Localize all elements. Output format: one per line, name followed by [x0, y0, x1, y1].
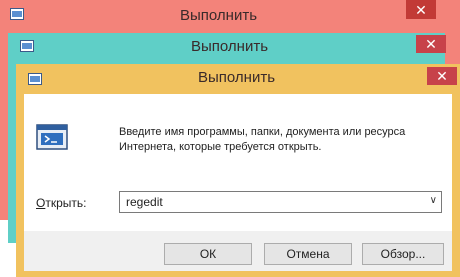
run-dialog-icon	[10, 8, 24, 20]
run-dialog-icon	[28, 73, 42, 85]
window-title: Выполнить	[198, 69, 276, 86]
open-combobox[interactable]: regedit ∨	[119, 191, 442, 213]
ok-button[interactable]: ОК	[164, 243, 252, 265]
close-button[interactable]: ✕	[406, 0, 436, 19]
title-bar[interactable]: Выполнить ✕	[0, 0, 460, 30]
close-button[interactable]: ✕	[427, 67, 457, 85]
title-bar[interactable]: Выполнить ✕	[16, 64, 460, 94]
run-dialog-icon	[20, 40, 34, 52]
open-label: Открыть:	[36, 196, 87, 210]
chevron-down-icon[interactable]: ∨	[430, 195, 437, 206]
button-bar: ОК Отмена Обзор...	[24, 231, 452, 271]
close-button[interactable]: ✕	[416, 35, 446, 53]
window-title: Выполнить	[191, 38, 269, 55]
close-icon: ✕	[425, 36, 437, 52]
run-program-icon	[36, 123, 70, 153]
run-window-front: Выполнить ✕ Введите имя программы, папки…	[16, 64, 460, 277]
dialog-body: Введите имя программы, папки, документа …	[24, 94, 452, 271]
window-title: Выполнить	[180, 7, 258, 24]
close-icon: ✕	[436, 68, 448, 84]
close-icon: ✕	[415, 1, 427, 18]
instruction-text: Введите имя программы, папки, документа …	[119, 126, 406, 153]
open-input-value[interactable]: regedit	[126, 195, 163, 209]
cancel-button[interactable]: Отмена	[264, 243, 352, 265]
browse-button[interactable]: Обзор...	[362, 243, 444, 265]
title-bar[interactable]: Выполнить ✕	[8, 33, 446, 63]
